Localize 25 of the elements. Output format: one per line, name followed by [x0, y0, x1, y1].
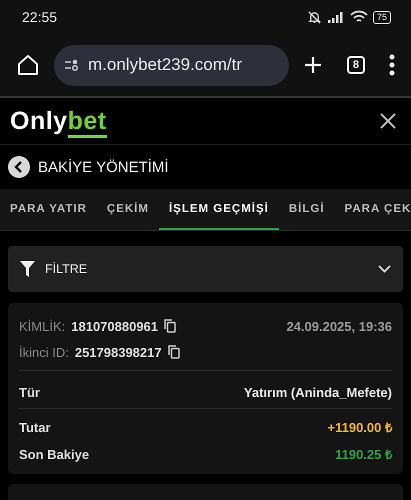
second-id-label: İkinci ID: — [19, 344, 69, 360]
address-bar[interactable]: m.onlybet239.com/tr — [54, 44, 289, 86]
detail-label: Tür — [19, 384, 40, 400]
tab[interactable]: PARA YATIR — [0, 189, 97, 230]
detail-value: 1190.25 ₺ — [335, 446, 392, 463]
clock-time: 22:55 — [22, 9, 58, 25]
tab[interactable]: PARA ÇEK — [334, 189, 411, 230]
id-value: 181070880961 — [71, 318, 158, 334]
filter-bar[interactable]: FİLTRE — [8, 246, 403, 292]
page-title: BAKİYE YÖNETİMİ — [38, 158, 169, 176]
tab[interactable]: BİLGİ — [278, 189, 335, 230]
detail-label: Son Bakiye — [19, 446, 90, 462]
detail-value: +1190.00 ₺ — [328, 419, 392, 436]
tab[interactable]: İŞLEM GEÇMİŞİ — [158, 189, 279, 230]
tab[interactable]: ÇEKİM — [96, 189, 159, 230]
logo: Onlybet — [10, 106, 107, 136]
detail-label: Tutar — [19, 420, 51, 434]
filter-label: FİLTRE — [45, 262, 88, 276]
id-label: KİMLİK: — [19, 318, 66, 334]
second-id-value: 251798398217 — [74, 344, 162, 360]
battery-indicator: 75 — [372, 10, 391, 24]
tab-count-button[interactable]: 8 — [346, 56, 365, 74]
url-text: m.onlybet239.com/tr — [88, 55, 242, 75]
detail-value: Yatırım (Aninda_Mefete) — [244, 384, 392, 400]
transaction-date: 24.09.2025, 19:36 — [286, 318, 392, 334]
